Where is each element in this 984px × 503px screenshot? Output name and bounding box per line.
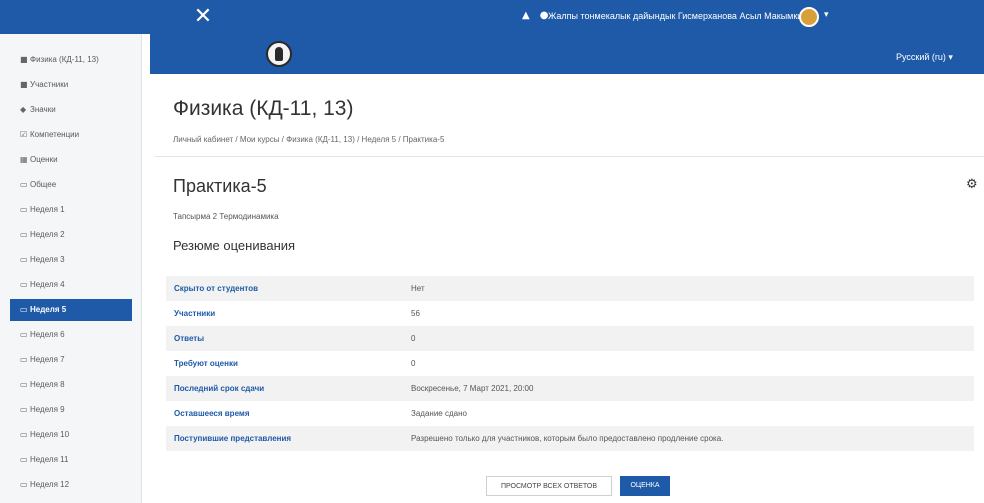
sidebar-item-label: Физика (КД-11, 13) xyxy=(30,55,99,64)
sidebar-item-label: Неделя 3 xyxy=(30,255,65,264)
sidebar-item-icon: ▭ xyxy=(20,330,28,339)
sidebar-item-icon: ▭ xyxy=(20,255,28,264)
sidebar-item[interactable]: ■ Физика (КД-11, 13) xyxy=(10,49,132,71)
sidebar-item-label: Неделя 5 xyxy=(30,305,67,314)
sidebar-item-label: Неделя 1 xyxy=(30,205,65,214)
sidebar-item-label: Компетенции xyxy=(30,130,80,139)
sidebar-item-icon: ▭ xyxy=(20,380,28,389)
sidebar-item-icon: ▭ xyxy=(20,180,28,189)
sidebar-item-icon: ▭ xyxy=(20,205,28,214)
sidebar-item[interactable]: ▭ Неделя 3 xyxy=(10,249,132,271)
sidebar-item[interactable]: ▭ Неделя 10 xyxy=(10,424,132,446)
site-logo[interactable] xyxy=(266,41,292,67)
sidebar-item-icon: ▭ xyxy=(20,480,28,489)
sidebar-item-label: Неделя 6 xyxy=(30,330,65,339)
summary-value: Разрешено только для участников, которым… xyxy=(411,434,724,443)
summary-value: 0 xyxy=(411,334,416,343)
sidebar-item-label: Участники xyxy=(30,80,69,89)
breadcrumb[interactable]: Личный кабинет / Мои курсы / Физика (КД-… xyxy=(173,135,444,144)
sidebar-item[interactable]: ▭ Неделя 8 xyxy=(10,374,132,396)
sidebar-item-label: Неделя 10 xyxy=(30,430,70,439)
page-title: Физика (КД-11, 13) xyxy=(173,97,354,120)
chevron-down-icon[interactable]: ▾ xyxy=(824,10,829,20)
navbar-icons: ▲ ● xyxy=(522,10,548,21)
table-row: Поступившие представления Разрешено тольк… xyxy=(166,426,974,451)
sidebar-item-icon: ◆ xyxy=(20,105,27,114)
sidebar-item-label: Общее xyxy=(30,180,57,189)
summary-key: Скрыто от студентов xyxy=(174,284,259,293)
avatar[interactable] xyxy=(799,7,819,27)
sidebar-item[interactable]: ▭ Неделя 2 xyxy=(10,224,132,246)
summary-value: Воскресенье, 7 Март 2021, 20:00 xyxy=(411,384,534,393)
sidebar-item[interactable]: ▭ Неделя 1 xyxy=(10,199,132,221)
sidebar-item[interactable]: ▭ Неделя 4 xyxy=(10,274,132,296)
sidebar-item-icon: ▭ xyxy=(20,305,28,314)
sidebar-item-icon: ■ xyxy=(20,55,28,64)
sidebar-item[interactable]: ☑ Компетенции xyxy=(10,124,132,146)
user-name[interactable]: Жалпы тонмекалык дайындык Гисмерханова А… xyxy=(548,11,811,21)
sidebar-item[interactable]: ◆ Значки xyxy=(10,99,132,121)
gear-icon[interactable]: ⚙ xyxy=(966,177,978,192)
close-icon[interactable]: ✕ xyxy=(192,6,214,28)
activity-description: Тапсырма 2 Термодинамика xyxy=(173,212,279,221)
bell-icon[interactable]: ▲ xyxy=(522,10,530,21)
app-window: ✕ ▲ ● Жалпы тонмекалык дайындык Гисмерха… xyxy=(0,0,984,503)
sidebar-item-icon: ▭ xyxy=(20,280,28,289)
summary-key: Участники xyxy=(174,309,216,318)
sidebar-item[interactable]: ▭ Неделя 7 xyxy=(10,349,132,371)
grading-summary-table: Скрыто от студентов Нет Участники 56 Ответы 0… xyxy=(166,276,974,451)
sidebar-item[interactable]: ▭ Общее xyxy=(10,174,132,196)
sidebar-item-icon: ▭ xyxy=(20,405,28,414)
sidebar-item[interactable]: ▭ Неделя 11 xyxy=(10,449,132,471)
sidebar-item-icon: ■ xyxy=(20,80,28,89)
table-row: Оставшееся время Задание сдано xyxy=(166,401,974,426)
sidebar-item-icon: ▭ xyxy=(20,430,28,439)
sidebar-item-icon: ☑ xyxy=(20,130,28,139)
sidebar-item-label: Неделя 12 xyxy=(30,480,70,489)
language-selector[interactable]: Русский (ru) ▾ xyxy=(896,52,953,63)
sidebar-item-label: Значки xyxy=(30,105,56,114)
summary-value: 56 xyxy=(411,309,420,318)
table-row: Участники 56 xyxy=(166,301,974,326)
table-row: Требуют оценки 0 xyxy=(166,351,974,376)
summary-value: Нет xyxy=(411,284,425,293)
sidebar-item[interactable]: ▭ Неделя 9 xyxy=(10,399,132,421)
view-all-submissions-button[interactable]: ПРОСМОТР ВСЕХ ОТВЕТОВ xyxy=(486,476,612,496)
summary-key: Последний срок сдачи xyxy=(174,384,265,393)
sidebar-item-label: Неделя 7 xyxy=(30,355,65,364)
summary-key: Ответы xyxy=(174,334,205,343)
activity-title: Практика-5 xyxy=(173,176,267,196)
sidebar-item[interactable]: ■ Участники xyxy=(10,74,132,96)
table-row: Последний срок сдачи Воскресенье, 7 Март … xyxy=(166,376,974,401)
sidebar-item-label: Неделя 11 xyxy=(30,455,69,464)
sidebar-item-icon: ▭ xyxy=(20,455,28,464)
sidebar-item-icon: ▭ xyxy=(20,355,28,364)
sidebar-item-label: Неделя 2 xyxy=(30,230,65,239)
sidebar-item-icon: ▭ xyxy=(20,230,28,239)
summary-value: 0 xyxy=(411,359,416,368)
sidebar-item-label: Неделя 9 xyxy=(30,405,65,414)
sidebar-item-icon: ▦ xyxy=(20,155,28,164)
sidebar-item-label: Неделя 8 xyxy=(30,380,65,389)
section-title: Резюме оценивания xyxy=(173,238,296,253)
grade-button[interactable]: ОЦЕНКА xyxy=(620,476,670,496)
sidebar-item[interactable]: ▦ Оценки xyxy=(10,149,132,171)
sidebar-item[interactable]: ▭ Неделя 6 xyxy=(10,324,132,346)
summary-key: Требуют оценки xyxy=(174,359,238,368)
sidebar-item-label: Оценки xyxy=(30,155,58,164)
sidebar-item[interactable]: ▭ Неделя 12 xyxy=(10,474,132,496)
summary-key: Поступившие представления xyxy=(174,434,292,443)
summary-value: Задание сдано xyxy=(411,409,467,418)
summary-key: Оставшееся время xyxy=(174,409,250,418)
top-navbar: ✕ ▲ ● Жалпы тонмекалык дайындык Гисмерха… xyxy=(0,0,984,34)
sidebar-item-label: Неделя 4 xyxy=(30,280,65,289)
sidebar-item[interactable]: ▭ Неделя 5 xyxy=(10,299,132,321)
table-row: Скрыто от студентов Нет xyxy=(166,276,974,301)
table-row: Ответы 0 xyxy=(166,326,974,351)
